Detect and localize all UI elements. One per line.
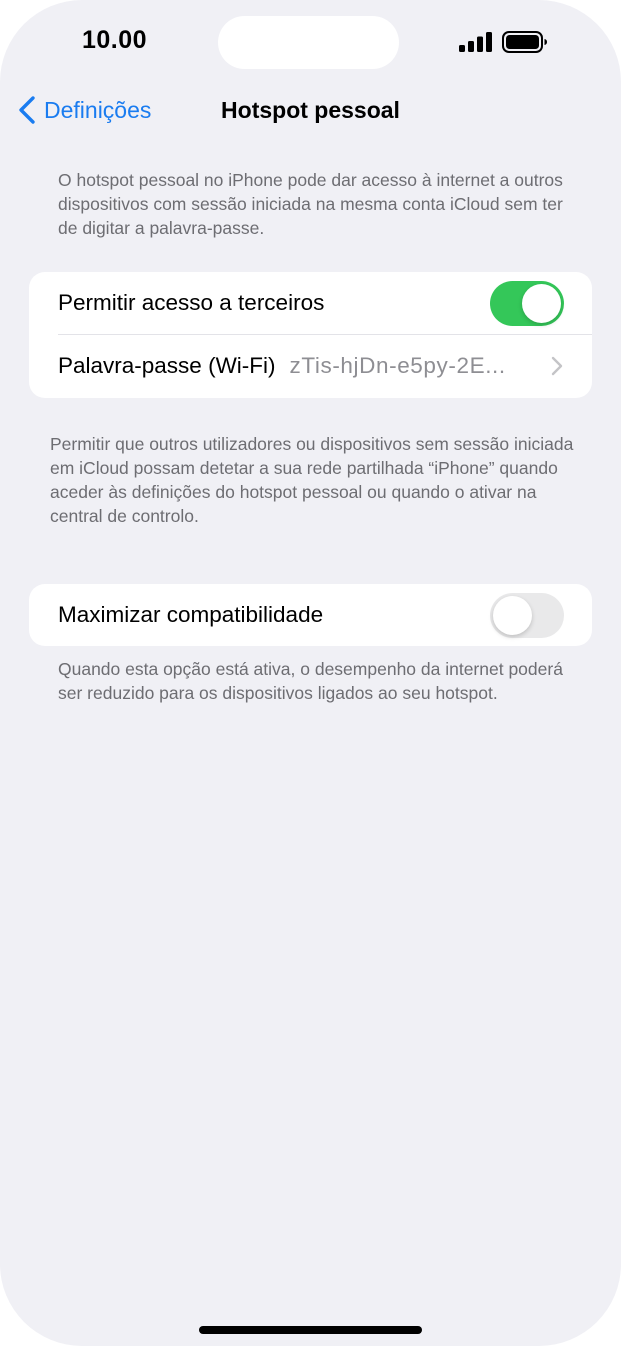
page-title: Hotspot pessoal bbox=[0, 97, 621, 124]
allow-others-description: Permitir que outros utilizadores ou disp… bbox=[50, 434, 574, 526]
allow-others-toggle[interactable] bbox=[490, 281, 564, 326]
toggle-knob bbox=[522, 284, 561, 323]
allow-others-label: Permitir acesso a terceiros bbox=[58, 290, 325, 315]
status-icons bbox=[459, 30, 548, 54]
phone-screen: 10.00 Definições Hotspot pessoal O hotsp… bbox=[0, 0, 621, 1346]
maximize-compatibility-toggle[interactable] bbox=[490, 593, 564, 638]
toggle-knob bbox=[493, 596, 532, 635]
compatibility-description: Quando esta opção está ativa, o desempen… bbox=[58, 659, 563, 703]
hotspot-description: O hotspot pessoal no iPhone pode dar ace… bbox=[58, 170, 563, 238]
wifi-password-row[interactable]: Palavra-passe (Wi-Fi) zTis-hjDn-e5py-2E.… bbox=[29, 334, 592, 398]
chevron-right-icon bbox=[551, 356, 563, 376]
compatibility-group: Maximizar compatibilidade bbox=[29, 584, 592, 646]
page-title-text: Hotspot pessoal bbox=[221, 97, 400, 123]
wifi-password-label: Palavra-passe (Wi-Fi) bbox=[58, 353, 276, 378]
cellular-signal-icon bbox=[459, 32, 492, 52]
wifi-password-value: zTis-hjDn-e5py-2E... bbox=[289, 353, 506, 378]
home-indicator[interactable] bbox=[199, 1326, 422, 1334]
battery-icon bbox=[502, 31, 547, 53]
allow-others-row: Permitir acesso a terceiros bbox=[29, 272, 592, 335]
maximize-compatibility-label: Maximizar compatibilidade bbox=[58, 602, 324, 627]
maximize-compatibility-row: Maximizar compatibilidade bbox=[29, 584, 592, 646]
hotspot-settings-group: Permitir acesso a terceiros Palavra-pass… bbox=[29, 272, 592, 398]
status-time: 10.00 bbox=[82, 26, 148, 54]
dynamic-island bbox=[218, 16, 399, 69]
